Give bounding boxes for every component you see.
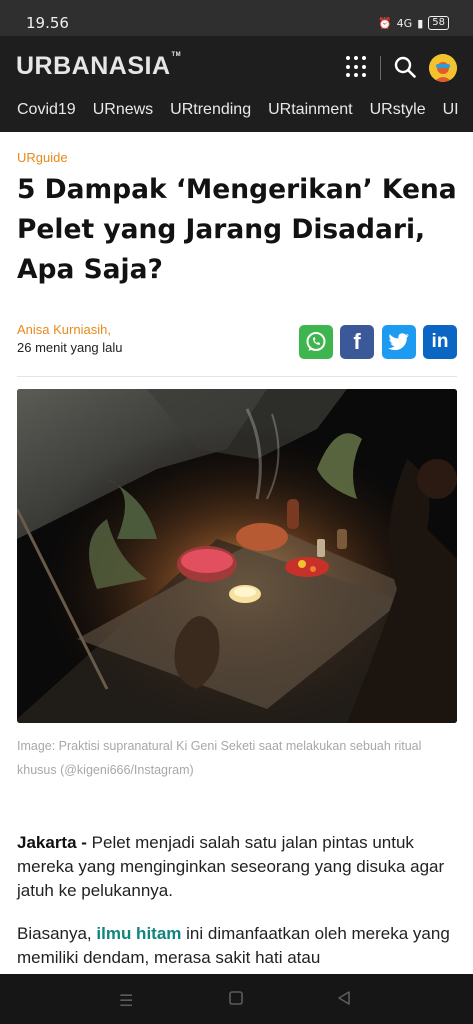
article-category[interactable]: URguide [17,150,68,165]
category-nav: Covid19 URnews URtrending URtainment URs… [0,100,473,128]
tab-urtainment[interactable]: URtainment [268,100,352,128]
photo-caption: Image: Praktisi supranatural Ki Geni Sek… [17,739,422,777]
tab-urnews[interactable]: URnews [93,100,153,128]
search-icon[interactable] [394,56,416,78]
whatsapp-icon [306,332,326,351]
facebook-icon: f [353,329,361,354]
ilmu-hitam-link[interactable]: ilmu hitam [96,924,181,943]
alarm-icon: ⏰ [377,16,392,30]
back-icon[interactable] [337,991,351,1005]
article-photo [17,389,457,723]
article-paragraph-2: Biasanya, ilmu hitam ini dimanfaatkan ol… [17,922,462,970]
status-icons: ⏰ 4G ▮ 58 [378,16,449,30]
linkedin-share-button[interactable]: in [423,325,457,359]
network-label: 4G [396,16,413,30]
site-logo[interactable]: URBANASIATM [16,52,181,81]
header-divider [380,56,381,80]
avatar[interactable] [429,54,457,82]
menu-icon[interactable]: ☰ [119,991,133,1010]
battery-indicator: 58 [428,16,449,30]
status-bar: 19.56 ⏰ 4G ▮ 58 [0,0,473,36]
home-icon[interactable] [229,991,243,1005]
twitter-icon [388,333,410,351]
dateline: Jakarta - [17,833,87,852]
tab-urtrending[interactable]: URtrending [170,100,251,128]
tab-more[interactable]: UI [443,100,459,128]
article-time: 26 menit yang lalu [17,340,123,355]
signal-icon: ▮ [417,16,424,30]
whatsapp-share-button[interactable] [299,325,333,359]
paragraph-2-before: Biasanya, [17,924,97,943]
article-paragraph-1: Jakarta - Pelet menjadi salah satu jalan… [17,831,462,903]
tab-urstyle[interactable]: URstyle [370,100,426,128]
facebook-share-button[interactable]: f [340,325,374,359]
grid-menu-icon[interactable] [346,56,368,78]
tab-covid19[interactable]: Covid19 [17,100,76,128]
twitter-share-button[interactable] [382,325,416,359]
article-author[interactable]: Anisa Kurniasih, [17,322,111,337]
system-nav-bar: ☰ [0,974,473,1024]
linkedin-icon: in [431,331,449,352]
article-title: 5 Dampak ‘Mengerikan’ Kena Pelet yang Ja… [17,174,457,285]
meta-divider [17,376,457,377]
app-header: URBANASIATM Covid19 URnews URtrending UR… [0,36,473,132]
status-time: 19.56 [26,14,69,32]
